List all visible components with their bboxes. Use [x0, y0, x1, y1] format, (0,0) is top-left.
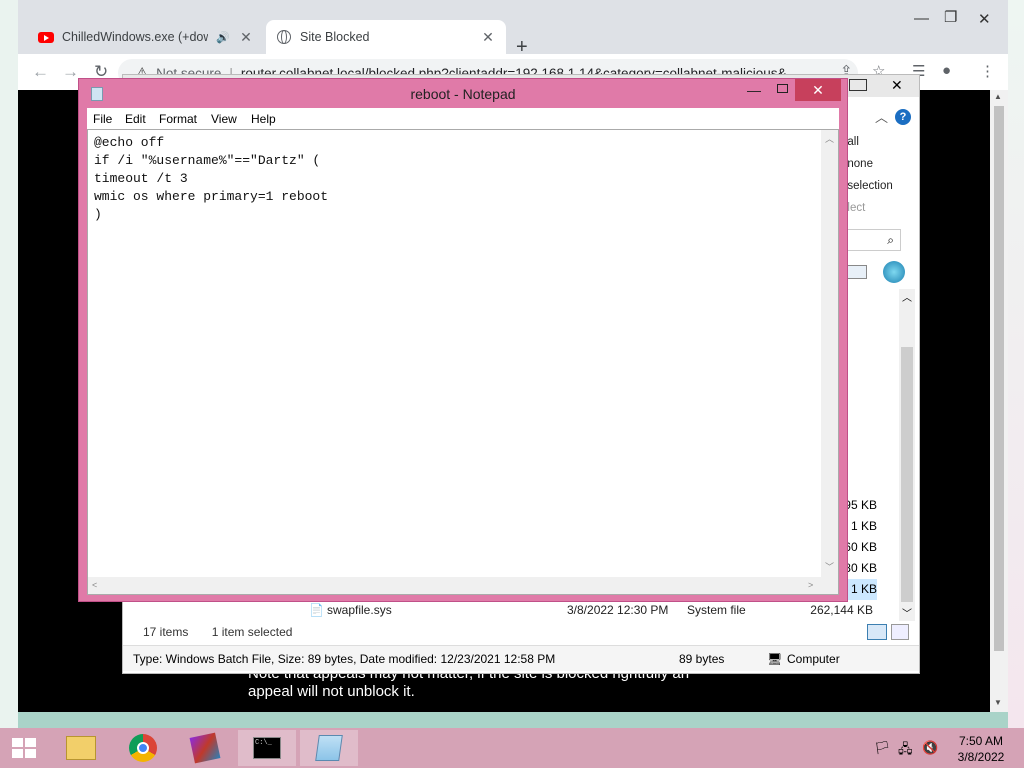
forward-icon[interactable]: →: [62, 62, 79, 82]
scroll-right-icon[interactable]: >: [808, 580, 813, 590]
menu-view[interactable]: View: [211, 112, 237, 126]
item-count-label: 17 items: [143, 625, 189, 639]
file-type: System file: [687, 603, 746, 617]
menu-help[interactable]: Help: [251, 112, 276, 126]
tab-title: ChilledWindows.exe (+down: [62, 30, 209, 44]
explorer-close-icon[interactable]: ✕: [891, 77, 903, 94]
minimize-icon[interactable]: —: [914, 10, 929, 27]
view-icon[interactable]: [847, 265, 867, 279]
scroll-down-icon[interactable]: ▼: [994, 698, 1002, 707]
explorer-status-bar: Type: Windows Batch File, Size: 89 bytes…: [123, 645, 919, 671]
menu-file[interactable]: File: [93, 112, 112, 126]
back-icon[interactable]: ←: [32, 62, 49, 82]
winrar-icon[interactable]: [176, 730, 234, 766]
taskbar: C:\_ 🏳 🖧 🔇 7:50 AM 3/8/2022: [0, 728, 1024, 768]
file-row[interactable]: 📄 swapfile.sys 3/8/2022 12:30 PM System …: [309, 601, 879, 621]
file-size: 262,144 KB: [810, 603, 873, 617]
globe-icon: [276, 29, 292, 45]
close-icon[interactable]: ✕: [978, 10, 991, 28]
system-clock[interactable]: 7:50 AM 3/8/2022: [946, 733, 1016, 765]
notepad-taskbar-icon[interactable]: [300, 730, 358, 766]
select-none-button[interactable]: t none: [841, 153, 921, 175]
item-count: 17 items 1 item selected: [143, 625, 292, 639]
scroll-down-icon[interactable]: ﹀: [825, 560, 834, 573]
large-icons-view-icon[interactable]: [891, 624, 909, 640]
file-explorer-icon[interactable]: [52, 730, 110, 766]
scroll-thumb[interactable]: [994, 106, 1004, 651]
file-details: Type: Windows Batch File, Size: 89 bytes…: [133, 652, 556, 666]
invert-selection-button[interactable]: t selection: [841, 175, 921, 197]
help-icon[interactable]: ?: [895, 109, 911, 125]
file-date: 3/8/2022 12:30 PM: [567, 603, 669, 617]
menu-format[interactable]: Format: [159, 112, 197, 126]
network-icon[interactable]: 🖧: [898, 740, 913, 762]
tab-strip: ChilledWindows.exe (+down 🔊 ✕ Site Block…: [18, 14, 1008, 58]
selection-label: 1 item selected: [211, 625, 293, 639]
text-editor[interactable]: @echo off if /i "%username%"=="Dartz" ( …: [87, 129, 839, 595]
select-group-label: elect: [841, 202, 866, 214]
file-icon: 📄: [309, 603, 324, 617]
restore-icon[interactable]: ❐: [944, 8, 957, 26]
start-button[interactable]: [12, 738, 38, 758]
page-scrollbar[interactable]: ▲ ▼: [990, 90, 1008, 712]
action-center-flag-icon[interactable]: 🏳: [874, 740, 891, 756]
horizontal-scrollbar[interactable]: < >: [88, 577, 838, 594]
shell-icon: [883, 261, 905, 283]
close-tab-icon[interactable]: ✕: [480, 29, 496, 46]
scroll-up-icon[interactable]: ▲: [994, 92, 1002, 101]
scroll-down-icon[interactable]: ﹀: [902, 605, 912, 620]
window-title: reboot - Notepad: [410, 86, 516, 102]
desktop-right-edge: [1008, 0, 1024, 730]
maximize-icon[interactable]: [777, 84, 788, 93]
select-all-button[interactable]: t all: [841, 131, 921, 153]
youtube-icon: [38, 29, 54, 45]
desktop-left-edge: [0, 0, 18, 730]
notepad-window: reboot - Notepad — ✕ File Edit Format Vi…: [78, 78, 848, 602]
minimize-icon[interactable]: —: [747, 82, 761, 98]
clock-date: 3/8/2022: [957, 750, 1005, 764]
close-tab-icon[interactable]: ✕: [238, 29, 254, 46]
scroll-up-icon[interactable]: ︿: [825, 132, 834, 145]
tab-youtube[interactable]: ChilledWindows.exe (+down 🔊 ✕: [28, 20, 264, 54]
editor-content[interactable]: @echo off if /i "%username%"=="Dartz" ( …: [94, 134, 328, 224]
collapse-ribbon-icon[interactable]: ︿: [875, 107, 888, 126]
volume-muted-icon[interactable]: 🔇: [922, 740, 938, 756]
scroll-thumb[interactable]: [901, 347, 913, 602]
profile-icon[interactable]: ●: [942, 62, 951, 79]
menu-edit[interactable]: Edit: [125, 112, 146, 126]
scroll-left-icon[interactable]: <: [92, 580, 97, 590]
command-prompt-icon[interactable]: C:\_: [238, 730, 296, 766]
chrome-icon[interactable]: [114, 730, 172, 766]
details-view-icon[interactable]: [867, 624, 887, 640]
file-name: swapfile.sys: [327, 603, 392, 617]
menu-icon[interactable]: ⋮: [980, 62, 995, 80]
status-size: 89 bytes: [679, 652, 725, 666]
menu-bar: File Edit Format View Help: [87, 108, 839, 129]
scroll-up-icon[interactable]: ︿: [902, 289, 912, 304]
select-ribbon-group: t all t none t selection elect: [841, 131, 921, 219]
tab-site-blocked[interactable]: Site Blocked ✕: [266, 20, 506, 54]
close-icon[interactable]: ✕: [795, 79, 841, 101]
vertical-scrollbar[interactable]: ︿ ﹀: [821, 130, 838, 578]
status-location: Computer: [787, 652, 840, 666]
computer-icon: 🖥: [767, 652, 783, 666]
file-list-scrollbar[interactable]: ︿ ﹀: [899, 289, 915, 621]
notepad-titlebar[interactable]: reboot - Notepad — ✕: [79, 79, 847, 107]
search-icon[interactable]: ⌕: [843, 229, 901, 251]
clock-time: 7:50 AM: [958, 734, 1004, 748]
speaker-icon[interactable]: 🔊: [216, 31, 230, 44]
tab-title: Site Blocked: [300, 30, 370, 44]
explorer-restore-icon[interactable]: [849, 79, 867, 91]
